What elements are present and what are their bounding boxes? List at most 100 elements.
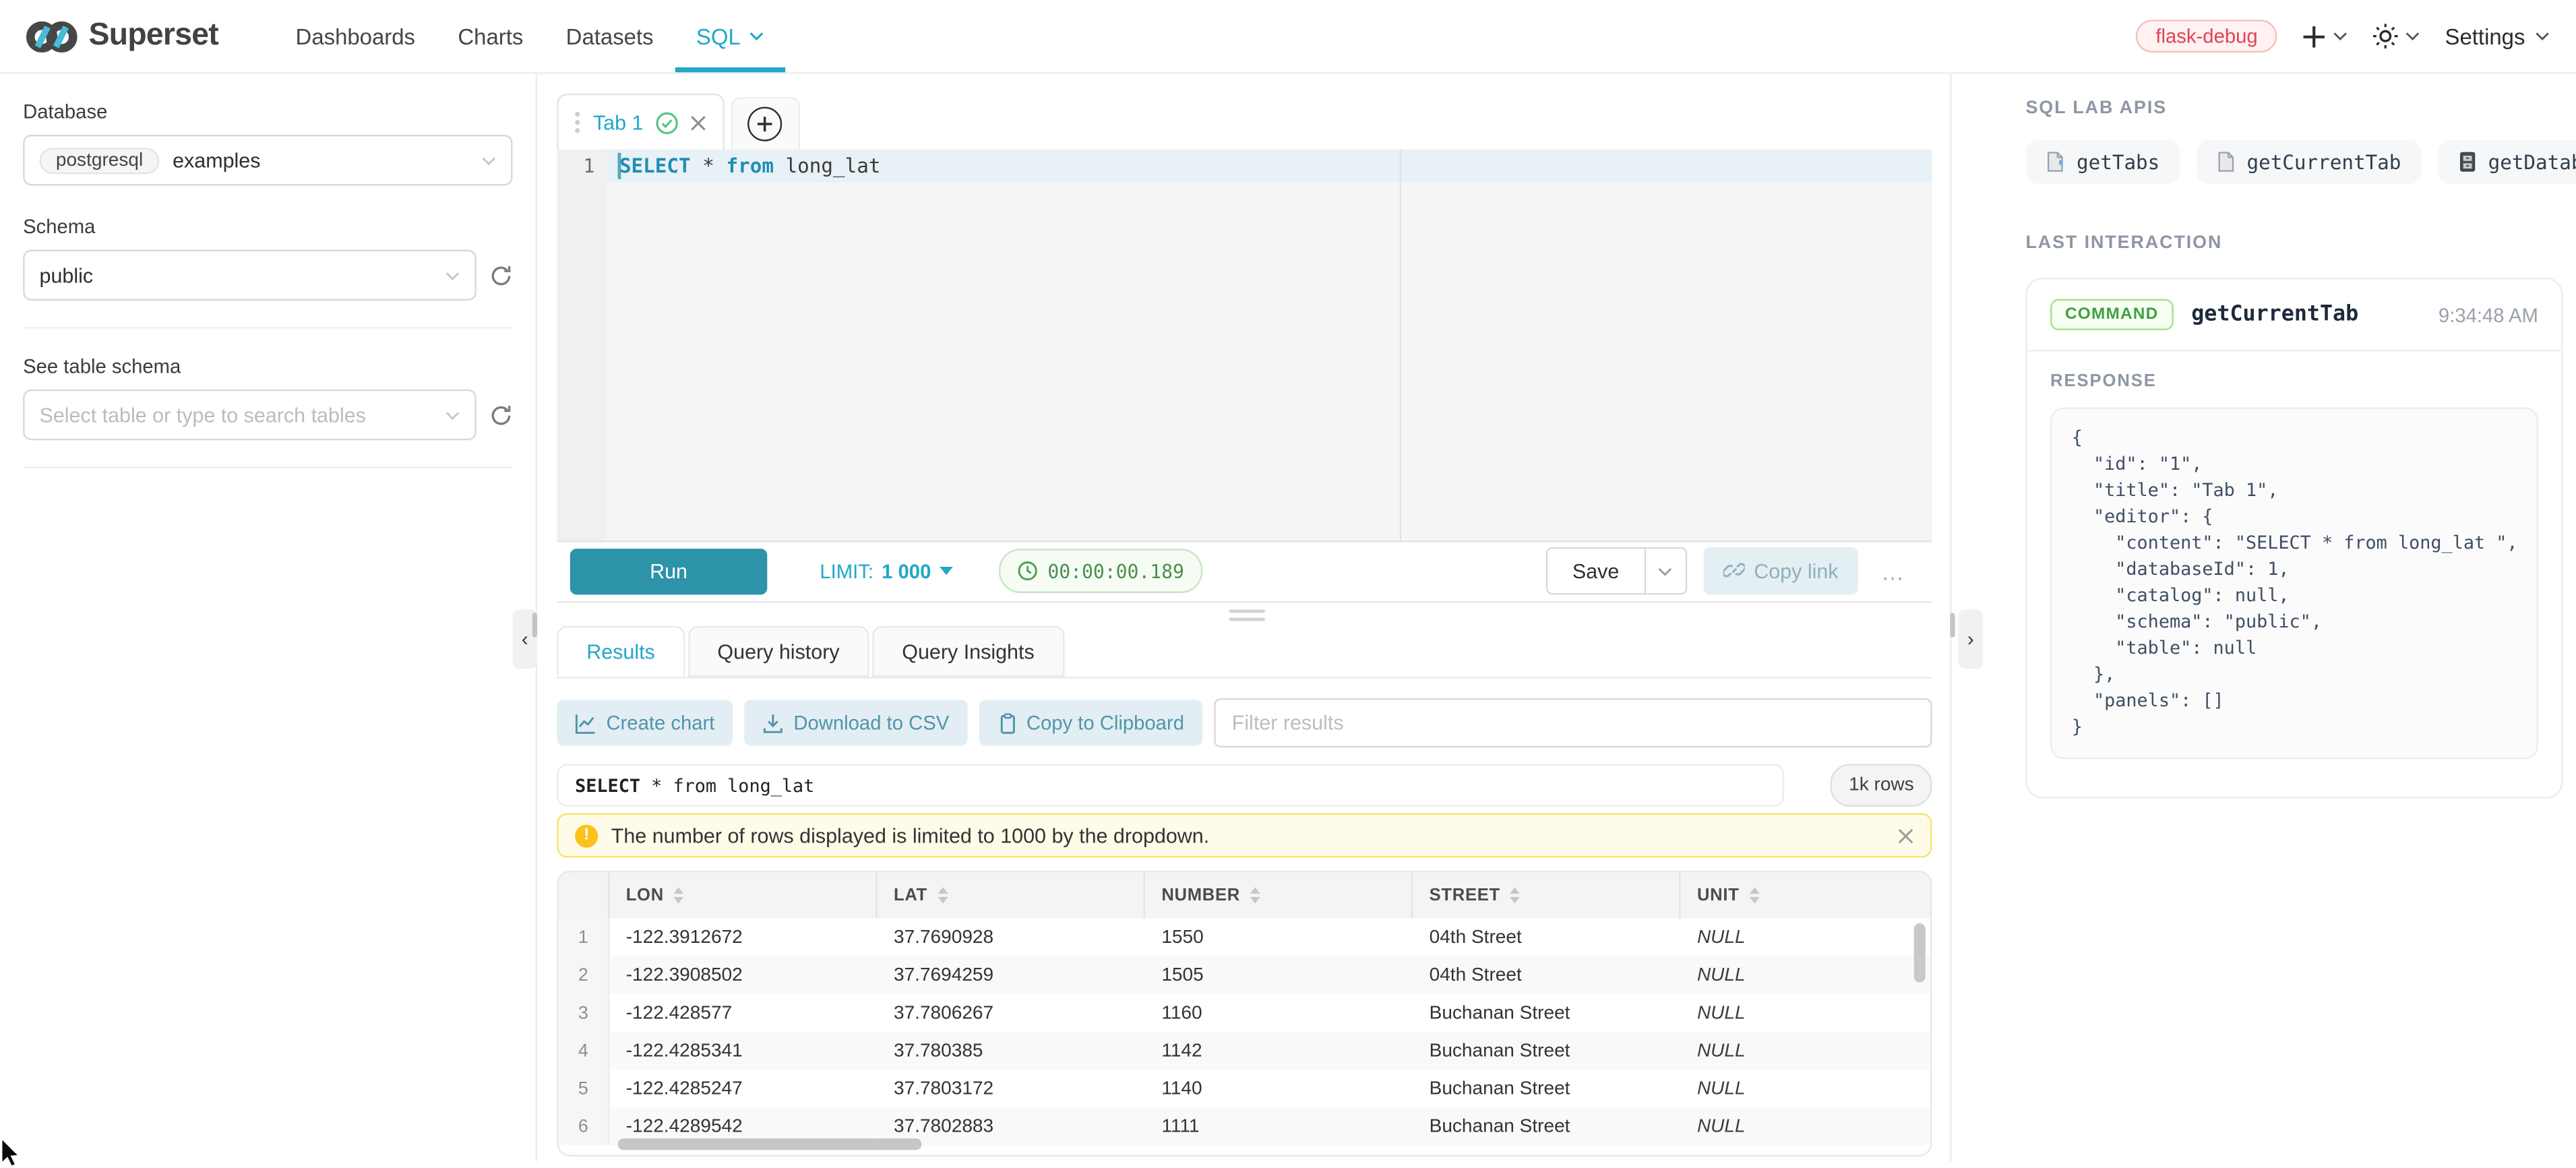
results-table: LON LAT NUMBER STREET UNIT 1 -122.391267… (557, 871, 1932, 1157)
table-row[interactable]: 1 -122.3912672 37.7690928 1550 04th Stre… (559, 919, 1930, 956)
table-row[interactable]: 5 -122.4285247 37.7803172 1140 Buchanan … (559, 1070, 1930, 1107)
chevron-down-icon (2405, 31, 2420, 41)
clipboard-icon (997, 712, 1016, 734)
document-tabs-icon (2046, 151, 2065, 173)
nav-sql[interactable]: SQL (675, 0, 785, 72)
caret-down-icon (940, 567, 953, 575)
table-header-row: LON LAT NUMBER STREET UNIT (559, 872, 1930, 918)
see-table-schema-label: See table schema (23, 355, 512, 378)
nav-charts[interactable]: Charts (437, 0, 545, 72)
more-actions-button[interactable]: … (1874, 558, 1912, 584)
get-current-tab-button[interactable]: getCurrentTab (2196, 140, 2421, 184)
tab-query-insights[interactable]: Query Insights (872, 626, 1064, 677)
expand-panel-button[interactable]: › (1959, 609, 1984, 669)
mouse-cursor (0, 1138, 22, 1168)
chevron-down-icon (446, 270, 460, 280)
editor-tab-1[interactable]: Tab 1 (557, 94, 724, 150)
response-json: { "id": "1", "title": "Tab 1", "editor":… (2050, 408, 2538, 760)
sort-icons (938, 887, 948, 903)
column-header-unit[interactable]: UNIT (1679, 872, 1932, 918)
new-tab-button[interactable] (731, 97, 799, 150)
command-name: getCurrentTab (2191, 303, 2358, 328)
interaction-header: COMMAND getCurrentTab 9:34:48 AM (2050, 299, 2538, 330)
row-number-header (559, 872, 608, 918)
executed-query-text: SELECT * from long_lat (557, 764, 1784, 806)
new-item-button[interactable] (2302, 24, 2348, 49)
sidebar-scroll-thumb[interactable] (532, 613, 537, 638)
plus-circle-icon (747, 106, 782, 141)
column-header-street[interactable]: STREET (1411, 872, 1679, 918)
tab-query-history[interactable]: Query history (688, 626, 869, 677)
command-timestamp: 9:34:48 AM (2439, 303, 2538, 326)
clock-icon (1016, 560, 1038, 582)
sort-icons (1250, 887, 1260, 903)
nav-datasets[interactable]: Datasets (545, 0, 675, 72)
settings-menu[interactable]: Settings (2445, 24, 2550, 49)
results-toolbar: Create chart Download to CSV Copy to Cli… (557, 698, 1932, 747)
database-select[interactable]: postgresql examples (23, 135, 512, 186)
save-button[interactable]: Save (1546, 547, 1645, 595)
copy-clipboard-button[interactable]: Copy to Clipboard (979, 700, 1202, 745)
chart-icon (575, 712, 596, 734)
filter-results-input[interactable] (1214, 698, 1932, 747)
column-header-lat[interactable]: LAT (876, 872, 1143, 918)
pane-resize-handle[interactable] (1229, 609, 1265, 621)
limit-dropdown[interactable]: LIMIT: 1 000 (820, 559, 952, 582)
row-count-badge: 1k rows (1831, 764, 1932, 806)
table-vertical-scrollbar[interactable] (1914, 923, 1926, 983)
chevron-down-icon (446, 410, 460, 420)
superset-brand[interactable]: Superset (26, 0, 218, 72)
sql-code-editor[interactable]: 1 SELECT * from long_lat (557, 150, 1932, 543)
environment-badge: flask-debug (2136, 20, 2277, 53)
download-icon (762, 712, 784, 734)
sort-icons (674, 887, 684, 903)
warning-icon: ! (575, 824, 598, 847)
navbar-right: flask-debug Settings (2136, 0, 2550, 72)
run-query-button[interactable]: Run (570, 548, 768, 594)
sqllab-left-sidebar: Database postgresql examples Schema publ… (0, 74, 537, 1162)
editor-action-bar: Run LIMIT: 1 000 00:00:00.189 Save (557, 541, 1932, 603)
editor-gutter: 1 (557, 150, 606, 541)
table-row[interactable]: 4 -122.4285341 37.780385 1142 Buchanan S… (559, 1032, 1930, 1070)
theme-toggle[interactable] (2372, 23, 2420, 49)
executed-query-row: SELECT * from long_lat 1k rows (557, 764, 1932, 806)
chevron-down-icon (749, 31, 764, 41)
table-row[interactable]: 2 -122.3908502 37.7694259 1505 04th Stre… (559, 956, 1930, 994)
query-timer: 00:00:00.189 (998, 549, 1202, 593)
sort-icons (1510, 887, 1521, 903)
drag-handle-icon[interactable] (575, 112, 580, 133)
copy-link-button[interactable]: Copy link (1703, 547, 1858, 595)
schema-label: Schema (23, 215, 512, 238)
table-row[interactable]: 3 -122.428577 37.7806267 1160 Buchanan S… (559, 994, 1930, 1032)
sidebar-divider (23, 466, 512, 468)
tab-results[interactable]: Results (557, 626, 684, 677)
sidebar-divider (23, 327, 512, 328)
refresh-schema-icon[interactable] (489, 264, 512, 286)
chevron-down-icon (2535, 31, 2550, 41)
table-horizontal-scrollbar[interactable] (618, 1138, 922, 1150)
apis-title: SQL LAB APIS (2025, 98, 2563, 118)
last-interaction-card: COMMAND getCurrentTab 9:34:48 AM RESPONS… (2025, 278, 2563, 799)
create-chart-button[interactable]: Create chart (557, 700, 733, 745)
table-select[interactable]: Select table or type to search tables (23, 390, 477, 441)
check-circle-icon (655, 111, 678, 134)
nav-dashboards[interactable]: Dashboards (274, 0, 437, 72)
get-tabs-button[interactable]: getTabs (2025, 140, 2179, 184)
schema-select[interactable]: public (23, 250, 477, 301)
close-warning-icon[interactable] (1897, 827, 1913, 843)
refresh-tables-icon[interactable] (489, 403, 512, 426)
chevron-down-icon (2333, 31, 2348, 41)
column-header-number[interactable]: NUMBER (1144, 872, 1411, 918)
print-margin-ruler (1400, 150, 1401, 541)
save-dropdown-button[interactable] (1645, 547, 1686, 595)
get-databases-button[interactable]: getDatabases (2437, 140, 2576, 184)
panel-scroll-thumb[interactable] (1950, 613, 1955, 638)
column-header-lon[interactable]: LON (608, 872, 876, 918)
line-number: 1 (557, 150, 606, 181)
download-csv-button[interactable]: Download to CSV (744, 700, 967, 745)
close-tab-icon[interactable] (689, 114, 706, 130)
sql-lab-apis-panel: SQL LAB APIS getTabs getCurrentTab (1982, 74, 2576, 1162)
brand-name: Superset (89, 18, 218, 55)
db-engine-tag: postgresql (40, 147, 160, 173)
last-interaction-title: LAST INTERACTION (2025, 233, 2563, 253)
